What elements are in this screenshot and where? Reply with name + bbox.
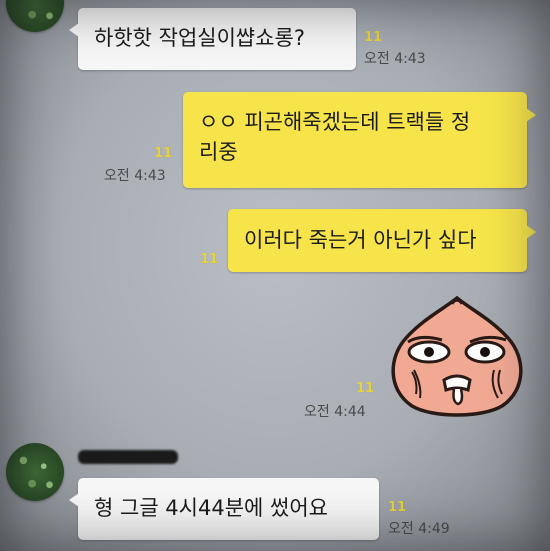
peach-character-sticker[interactable]: [382, 290, 532, 420]
incoming-message-bubble[interactable]: 형 그글 4시44분에 썼어요: [69, 478, 379, 540]
photo-vignette: [0, 0, 550, 551]
unread-count: 11: [356, 381, 375, 396]
sender-avatar[interactable]: [6, 443, 64, 501]
redacted-sender-name: [78, 450, 178, 464]
message-text: 하핫핫 작업실이썁쇼롱?: [94, 26, 306, 50]
message-text: 이러다 죽는거 아닌가 싶다: [244, 228, 477, 252]
message-time: 오전 4:43: [104, 168, 166, 184]
unread-count: 11: [388, 500, 407, 515]
outgoing-message-bubble[interactable]: 이러다 죽는거 아닌가 싶다: [228, 209, 536, 272]
unread-count: 11: [364, 30, 383, 45]
incoming-message-bubble[interactable]: 하핫핫 작업실이썁쇼롱?: [69, 8, 356, 70]
outgoing-message-bubble[interactable]: ㅇㅇ 피곤해죽겠는데 트랙들 정 리중: [183, 92, 536, 188]
message-time: 오전 4:49: [388, 521, 450, 537]
message-time: 오전 4:43: [364, 51, 426, 67]
sender-avatar[interactable]: [6, 0, 64, 32]
message-time: 오전 4:44: [304, 404, 366, 420]
chat-screen: 하핫핫 작업실이썁쇼롱? 11 오전 4:43 ㅇㅇ 피곤해죽겠는데 트랙들 정…: [0, 0, 550, 551]
message-text-line: 리중: [199, 140, 238, 164]
unread-count: 11: [154, 146, 173, 161]
message-text: 형 그글 4시44분에 썼어요: [94, 496, 328, 520]
message-text-line: ㅇㅇ 피곤해죽겠는데 트랙들 정: [199, 110, 471, 134]
unread-count: 11: [200, 252, 219, 267]
